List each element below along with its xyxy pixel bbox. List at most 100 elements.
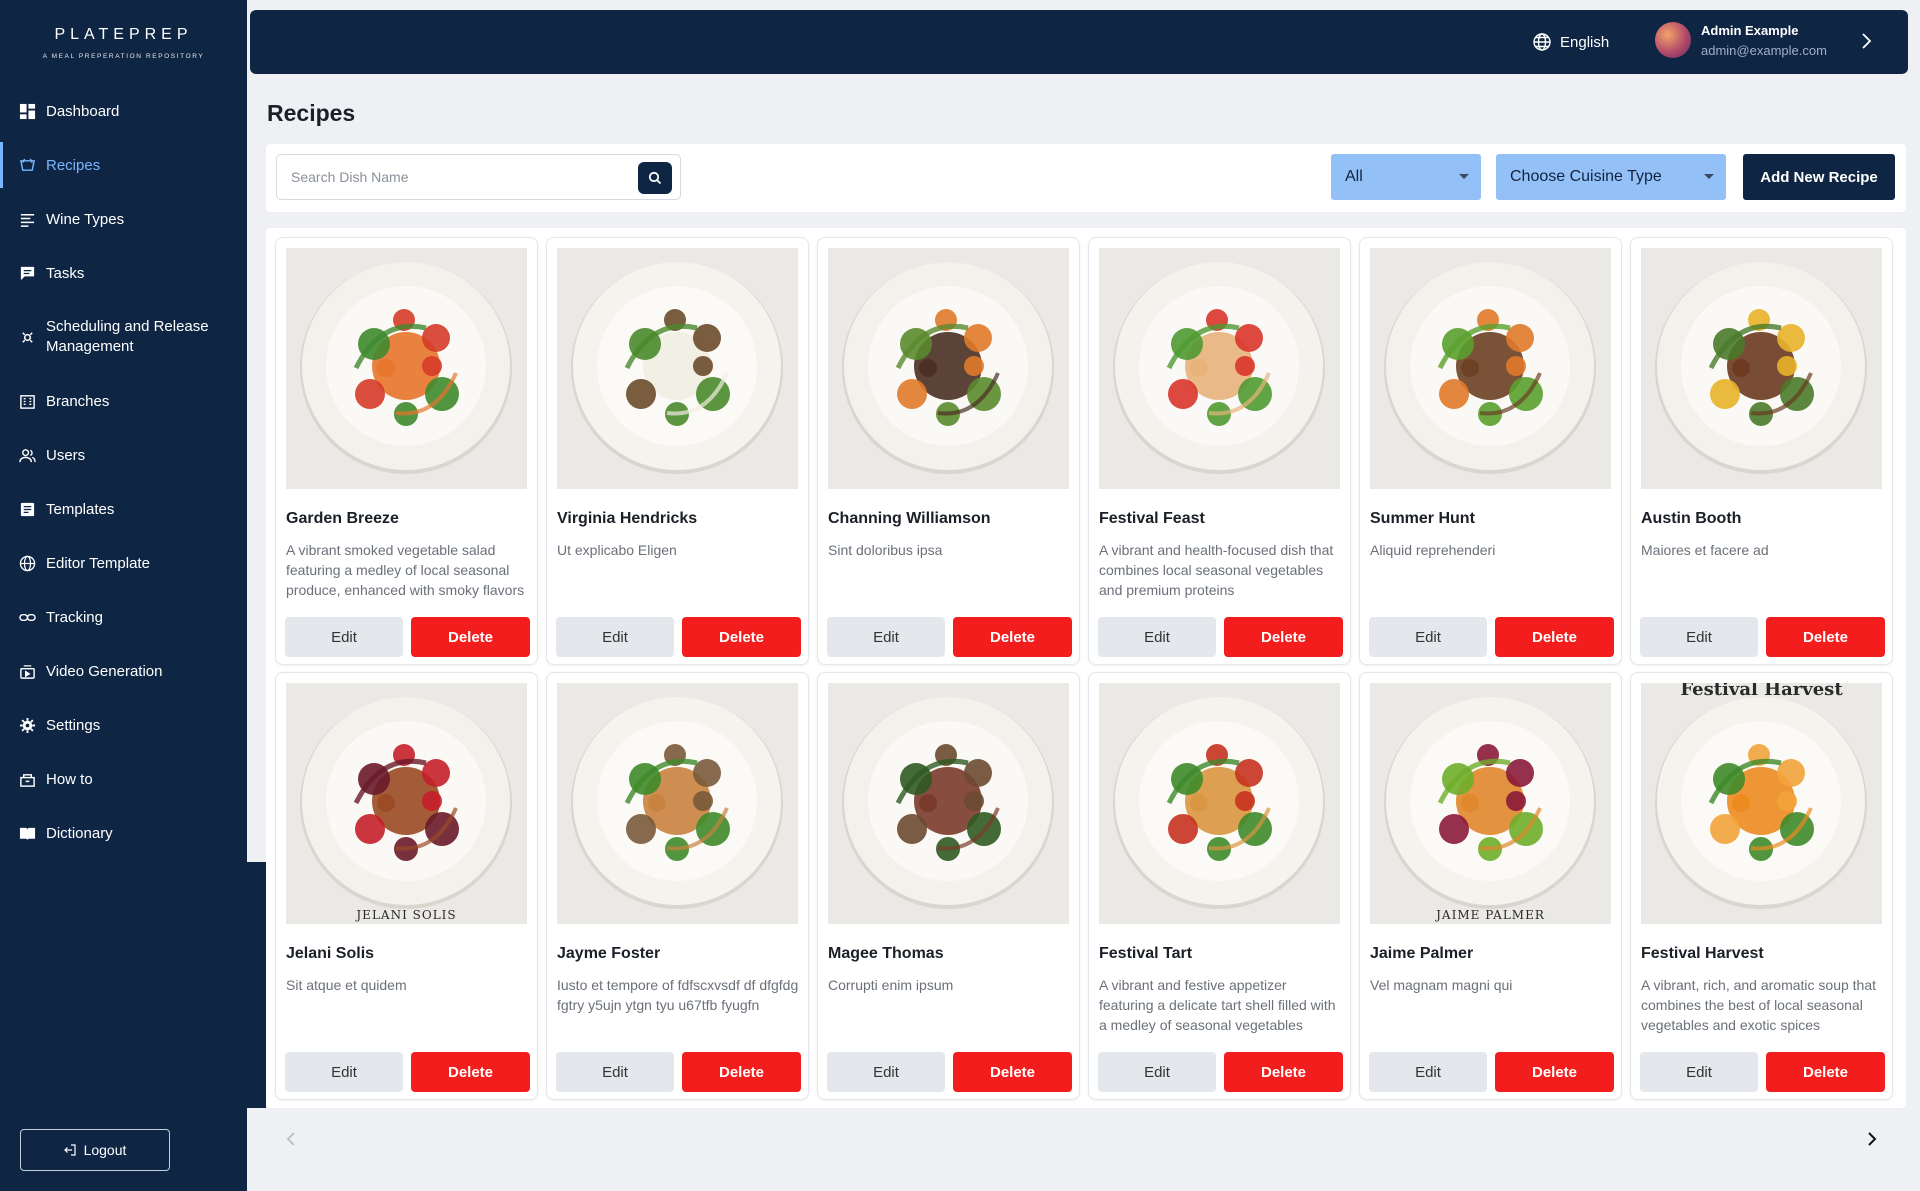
recipe-card[interactable]: Festival Tart A vibrant and festive appet…: [1088, 672, 1351, 1100]
edit-button[interactable]: Edit: [827, 617, 945, 657]
sidebar-item-label: Tasks: [46, 264, 85, 282]
recipe-card[interactable]: Festival Feast A vibrant and health-focus…: [1088, 237, 1351, 665]
recipe-card[interactable]: Jayme Foster Iusto et tempore of fdfscxvs…: [546, 672, 809, 1100]
list-icon: [18, 210, 36, 228]
edit-button[interactable]: Edit: [1098, 1052, 1216, 1092]
language-selector[interactable]: English: [1532, 32, 1609, 52]
recipe-card[interactable]: Magee Thomas Corrupti enim ipsum Edit Delet…: [817, 672, 1080, 1100]
delete-button[interactable]: Delete: [953, 1052, 1072, 1092]
sidebar-item-label: Dashboard: [46, 102, 120, 120]
edit-button[interactable]: Edit: [285, 1052, 403, 1092]
sidebar-item-label: Templates: [46, 500, 115, 518]
cuisine-type-select[interactable]: Choose Cuisine Type: [1496, 154, 1726, 200]
caret-down-icon: [1704, 174, 1714, 179]
recipe-image[interactable]: [286, 248, 527, 489]
recipe-card[interactable]: Festival Harvest Festival Harvest A vibran…: [1630, 672, 1893, 1100]
edit-button[interactable]: Edit: [1369, 1052, 1487, 1092]
sidebar-item-branches[interactable]: Branches: [0, 374, 247, 428]
users-icon: [18, 446, 36, 464]
category-filter-select[interactable]: All: [1331, 154, 1481, 200]
edit-button[interactable]: Edit: [285, 617, 403, 657]
recipe-image[interactable]: [828, 248, 1069, 489]
sidebar-item-label: Video Generation: [46, 662, 163, 680]
recipe-image[interactable]: Festival Harvest: [1641, 683, 1882, 924]
add-new-recipe-button[interactable]: Add New Recipe: [1743, 154, 1895, 200]
recipe-card[interactable]: Channing Williamson Sint doloribus ipsa Ed…: [817, 237, 1080, 665]
sidebar-item-editor-template[interactable]: Editor Template: [0, 536, 247, 590]
sidebar-item-templates[interactable]: Templates: [0, 482, 247, 536]
edit-button[interactable]: Edit: [1369, 617, 1487, 657]
recipe-image[interactable]: [828, 683, 1069, 924]
sidebar: PLATEPREP A MEAL PREPERATION REPOSITORY …: [0, 0, 247, 1191]
edit-button[interactable]: Edit: [1640, 617, 1758, 657]
recipe-image[interactable]: [557, 248, 798, 489]
sidebar-item-label: Recipes: [46, 156, 101, 174]
recipe-image[interactable]: JAIME PALMER: [1370, 683, 1611, 924]
edit-button[interactable]: Edit: [1098, 617, 1216, 657]
sidebar-item-label: How to: [46, 770, 93, 788]
video-icon: [18, 662, 36, 680]
search-box: [276, 154, 681, 200]
recipe-image[interactable]: [1641, 248, 1882, 489]
logout-icon: [63, 1144, 76, 1156]
sidebar-item-dashboard[interactable]: Dashboard: [0, 84, 247, 138]
dashboard-icon: [18, 102, 36, 120]
user-menu[interactable]: Admin Example admin@example.com: [1655, 22, 1827, 58]
recipe-title: Austin Booth: [1641, 510, 1742, 527]
recipe-title: Festival Feast: [1099, 510, 1205, 527]
sidebar-item-settings[interactable]: Settings: [0, 698, 247, 752]
sidebar-item-users[interactable]: Users: [0, 428, 247, 482]
delete-button[interactable]: Delete: [1495, 1052, 1614, 1092]
page-title: Recipes: [267, 100, 356, 126]
edit-button[interactable]: Edit: [556, 1052, 674, 1092]
category-filter-value: All: [1345, 168, 1363, 185]
next-page-button[interactable]: [1867, 1131, 1877, 1152]
recipe-description: Aliquid reprehenderi: [1370, 542, 1496, 558]
edit-button[interactable]: Edit: [556, 617, 674, 657]
delete-button[interactable]: Delete: [1224, 1052, 1343, 1092]
previous-page-button[interactable]: [286, 1131, 296, 1152]
delete-button[interactable]: Delete: [411, 617, 530, 657]
delete-button[interactable]: Delete: [1766, 617, 1885, 657]
delete-button[interactable]: Delete: [682, 1052, 801, 1092]
recipe-description: Ut explicabo Eligen: [557, 542, 677, 558]
recipe-card[interactable]: Summer Hunt Aliquid reprehenderi Edit Delet…: [1359, 237, 1622, 665]
delete-button[interactable]: Delete: [1224, 617, 1343, 657]
delete-button[interactable]: Delete: [1495, 617, 1614, 657]
sidebar-item-recipes[interactable]: Recipes: [0, 138, 247, 192]
edit-button[interactable]: Edit: [1640, 1052, 1758, 1092]
delete-button[interactable]: Delete: [411, 1052, 530, 1092]
sidebar-item-video-generation[interactable]: Video Generation: [0, 644, 247, 698]
recipe-image[interactable]: [1370, 248, 1611, 489]
sidebar-edge: [247, 862, 266, 1108]
chevron-right-icon[interactable]: [1860, 32, 1872, 55]
sidebar-item-scheduling-and-release-management[interactable]: Scheduling and Release Management: [0, 300, 247, 374]
image-caption: JAIME PALMER: [1436, 908, 1545, 922]
sidebar-item-wine-types[interactable]: Wine Types: [0, 192, 247, 246]
logout-button[interactable]: Logout: [20, 1129, 170, 1171]
edit-button[interactable]: Edit: [827, 1052, 945, 1092]
sidebar-item-dictionary[interactable]: Dictionary: [0, 806, 247, 860]
search-button[interactable]: [638, 162, 672, 194]
recipe-image[interactable]: JELANI SOLIS: [286, 683, 527, 924]
recipe-image[interactable]: [1099, 248, 1340, 489]
sidebar-item-tracking[interactable]: Tracking: [0, 590, 247, 644]
delete-button[interactable]: Delete: [682, 617, 801, 657]
recipe-title: Jayme Foster: [557, 945, 661, 962]
brand-logo[interactable]: PLATEPREP A MEAL PREPERATION REPOSITORY: [0, 0, 247, 60]
sidebar-item-how-to[interactable]: How to: [0, 752, 247, 806]
recipe-card[interactable]: Garden Breeze A vibrant smoked vegetable …: [275, 237, 538, 665]
recipe-card[interactable]: Austin Booth Maiores et facere ad Edit Dele…: [1630, 237, 1893, 665]
recipe-image[interactable]: [1099, 683, 1340, 924]
recipe-card[interactable]: JELANI SOLIS Jelani Solis Sit atque et qui…: [275, 672, 538, 1100]
recipe-card[interactable]: Virginia Hendricks Ut explicabo Eligen Edi…: [546, 237, 809, 665]
recipe-description: A vibrant and health-focused dish that c…: [1099, 542, 1334, 598]
delete-button[interactable]: Delete: [953, 617, 1072, 657]
recipe-card[interactable]: JAIME PALMER Jaime Palmer Vel magnam magni…: [1359, 672, 1622, 1100]
search-icon: [648, 171, 662, 185]
search-input[interactable]: [277, 155, 627, 199]
cuisine-type-value: Choose Cuisine Type: [1510, 168, 1662, 185]
recipe-image[interactable]: [557, 683, 798, 924]
sidebar-item-tasks[interactable]: Tasks: [0, 246, 247, 300]
delete-button[interactable]: Delete: [1766, 1052, 1885, 1092]
